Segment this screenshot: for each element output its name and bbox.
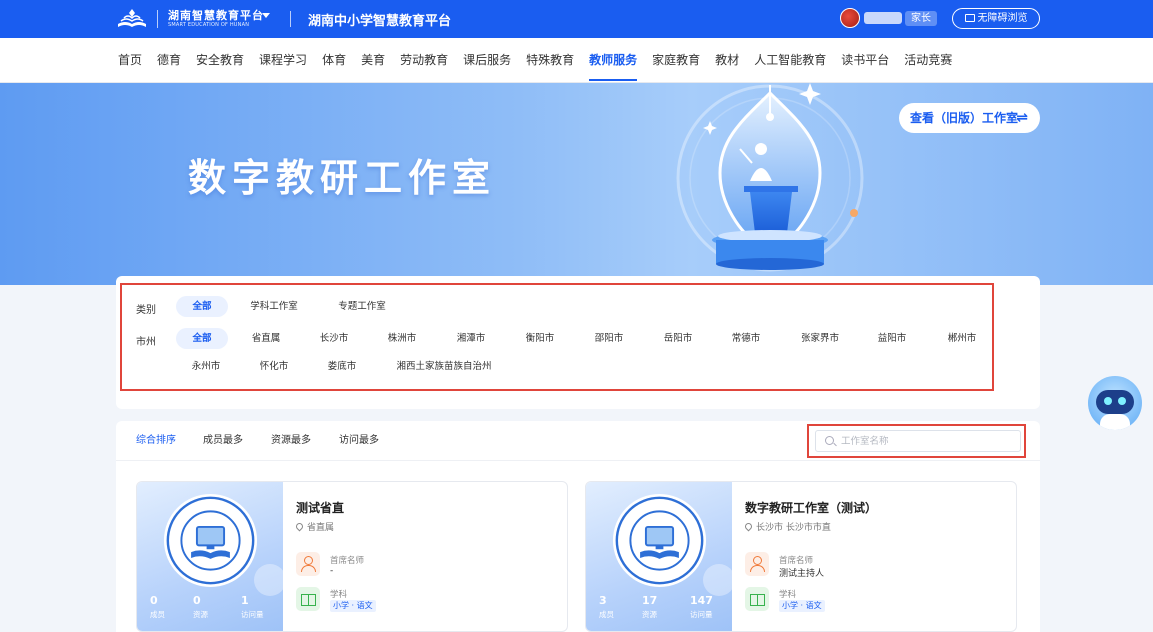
mascot-eye-right xyxy=(1118,397,1126,405)
sort-option-3[interactable]: 访问最多 xyxy=(339,421,379,461)
platform-switch-chevron-down-icon[interactable] xyxy=(262,13,270,18)
user-name-masked[interactable] xyxy=(864,12,902,24)
studio-emblem-icon xyxy=(162,492,259,589)
mascot-face xyxy=(1096,390,1134,414)
stat-label: 访问量 xyxy=(690,610,713,619)
sort-option-1[interactable]: 成员最多 xyxy=(203,421,243,461)
nav-item-4[interactable]: 体育 xyxy=(322,38,346,83)
chief-teacher-value: - xyxy=(330,566,334,576)
subject-book-icon xyxy=(745,587,769,611)
studio-card-title[interactable]: 测试省直 xyxy=(296,499,344,516)
main-nav: 首页 德育 安全教育 课程学习 体育 美育 劳动教育 课后服务 特殊教育 教师服务 家庭教育 教材 人工… xyxy=(0,38,1153,83)
subject-tag: 小学 · 语文 xyxy=(330,600,376,612)
stat-item: 1 访问量 xyxy=(241,594,264,620)
accessibility-label: 无障碍浏览 xyxy=(977,13,1028,24)
platform-name: 湖南中小学智慧教育平台 xyxy=(308,14,452,29)
nav-item-11[interactable]: 教材 xyxy=(715,38,739,83)
pen-nib-illustration-icon xyxy=(676,83,864,272)
studio-card-title[interactable]: 数字教研工作室（测试） xyxy=(745,499,877,516)
subject-label: 学科 xyxy=(330,590,348,600)
assistant-mascot-button[interactable] xyxy=(1088,376,1142,430)
nav-item-0[interactable]: 首页 xyxy=(118,38,142,83)
banner-title: 数字教研工作室 xyxy=(188,155,497,200)
stat-label: 访问量 xyxy=(241,610,264,619)
star-decoration-icon xyxy=(703,564,735,596)
logo-title[interactable]: 湖南智慧教育平台 xyxy=(168,7,264,23)
stat-value: 17 xyxy=(642,594,658,607)
nav-item-5[interactable]: 美育 xyxy=(361,38,385,83)
studio-card-cover: 3 成员 17 资源 147 访问量 xyxy=(586,482,735,631)
mascot-eye-left xyxy=(1104,397,1112,405)
stat-item: 147 访问量 xyxy=(690,594,713,620)
book-logo-icon xyxy=(118,9,146,27)
role-badge[interactable]: 家长 xyxy=(905,11,937,26)
nav-item-9[interactable]: 教师服务 xyxy=(589,38,638,83)
location-text: 省直属 xyxy=(307,523,335,533)
search-highlight-box xyxy=(807,424,1026,458)
studio-emblem-icon xyxy=(611,492,708,589)
nav-item-12[interactable]: 人工智能教育 xyxy=(754,38,826,83)
stat-item: 17 资源 xyxy=(642,594,657,620)
mascot-body xyxy=(1100,414,1130,430)
nav-items: 首页 德育 安全教育 课程学习 体育 美育 劳动教育 课后服务 特殊教育 教师服务 家庭教育 教材 人工… xyxy=(118,38,967,83)
stat-value: 3 xyxy=(599,594,607,607)
location-pin-icon xyxy=(743,521,754,532)
accessibility-button[interactable]: 无障碍浏览 xyxy=(952,8,1040,29)
stat-label: 成员 xyxy=(150,610,165,619)
chief-teacher-icon xyxy=(296,552,320,576)
nav-item-13[interactable]: 读书平台 xyxy=(841,38,889,83)
chief-teacher-label: 首席名师 xyxy=(779,556,814,566)
subject-label: 学科 xyxy=(779,590,797,600)
sort-option-2[interactable]: 资源最多 xyxy=(271,421,311,461)
logo-subtitle: SMART EDUCATION OF HUNAN xyxy=(168,22,250,28)
star-decoration-icon xyxy=(254,564,286,596)
filter-highlight-box xyxy=(120,283,994,391)
stat-value: 0 xyxy=(193,594,201,607)
stat-value: 147 xyxy=(690,594,713,607)
studio-card-location: 省直属 xyxy=(294,520,335,533)
old-version-studio-button[interactable]: 查看（旧版）工作室 ⇌ xyxy=(899,103,1040,133)
stat-item: 0 成员 xyxy=(150,594,165,620)
studio-card-location: 长沙市 长沙市市直 xyxy=(743,520,831,533)
stat-label: 资源 xyxy=(642,610,657,619)
nav-item-14[interactable]: 活动竞赛 xyxy=(904,38,952,83)
nav-item-10[interactable]: 家庭教育 xyxy=(652,38,700,83)
nav-item-3[interactable]: 课程学习 xyxy=(259,38,307,83)
subject-tag: 小学 · 语文 xyxy=(779,600,825,612)
top-bar: 湖南智慧教育平台 SMART EDUCATION OF HUNAN 湖南中小学智… xyxy=(0,0,1153,38)
location-pin-icon xyxy=(294,521,305,532)
location-text: 长沙市 长沙市市直 xyxy=(756,523,831,533)
hero-banner: 数字教研工作室 查看（旧版）工作室 ⇌ xyxy=(0,83,1153,285)
chief-teacher-value: 测试主持人 xyxy=(779,569,825,579)
stat-value: 1 xyxy=(241,594,249,607)
nav-item-7[interactable]: 课后服务 xyxy=(463,38,511,83)
nav-item-8[interactable]: 特殊教育 xyxy=(526,38,574,83)
stat-item: 3 成员 xyxy=(599,594,614,620)
chief-teacher-icon xyxy=(745,552,769,576)
stat-label: 资源 xyxy=(193,610,208,619)
sort-option-0[interactable]: 综合排序 xyxy=(136,421,176,461)
stat-item: 0 资源 xyxy=(193,594,208,620)
old-version-label: 查看（旧版）工作室 xyxy=(910,111,1019,125)
stat-value: 0 xyxy=(150,594,158,607)
studio-card[interactable]: 0 成员 0 资源 1 访问量 测试省直省直属首席名师 - 学科 小学 · 语文 xyxy=(136,481,568,632)
nav-item-2[interactable]: 安全教育 xyxy=(196,38,244,83)
nav-item-1[interactable]: 德育 xyxy=(157,38,181,83)
accessibility-icon xyxy=(964,14,975,22)
subject-book-icon xyxy=(296,587,320,611)
studio-card-cover: 0 成员 0 资源 1 访问量 xyxy=(137,482,286,631)
logo-divider xyxy=(157,10,158,28)
swap-icon: ⇌ xyxy=(1016,110,1028,126)
chief-teacher-label: 首席名师 xyxy=(330,556,365,566)
header-divider xyxy=(290,11,291,27)
nav-item-6[interactable]: 劳动教育 xyxy=(400,38,448,83)
stat-label: 成员 xyxy=(599,610,614,619)
user-avatar[interactable] xyxy=(840,8,860,28)
studio-card[interactable]: 3 成员 17 资源 147 访问量 数字教研工作室（测试） 长沙市 长沙市市直 首席名师测试主… xyxy=(585,481,1017,632)
